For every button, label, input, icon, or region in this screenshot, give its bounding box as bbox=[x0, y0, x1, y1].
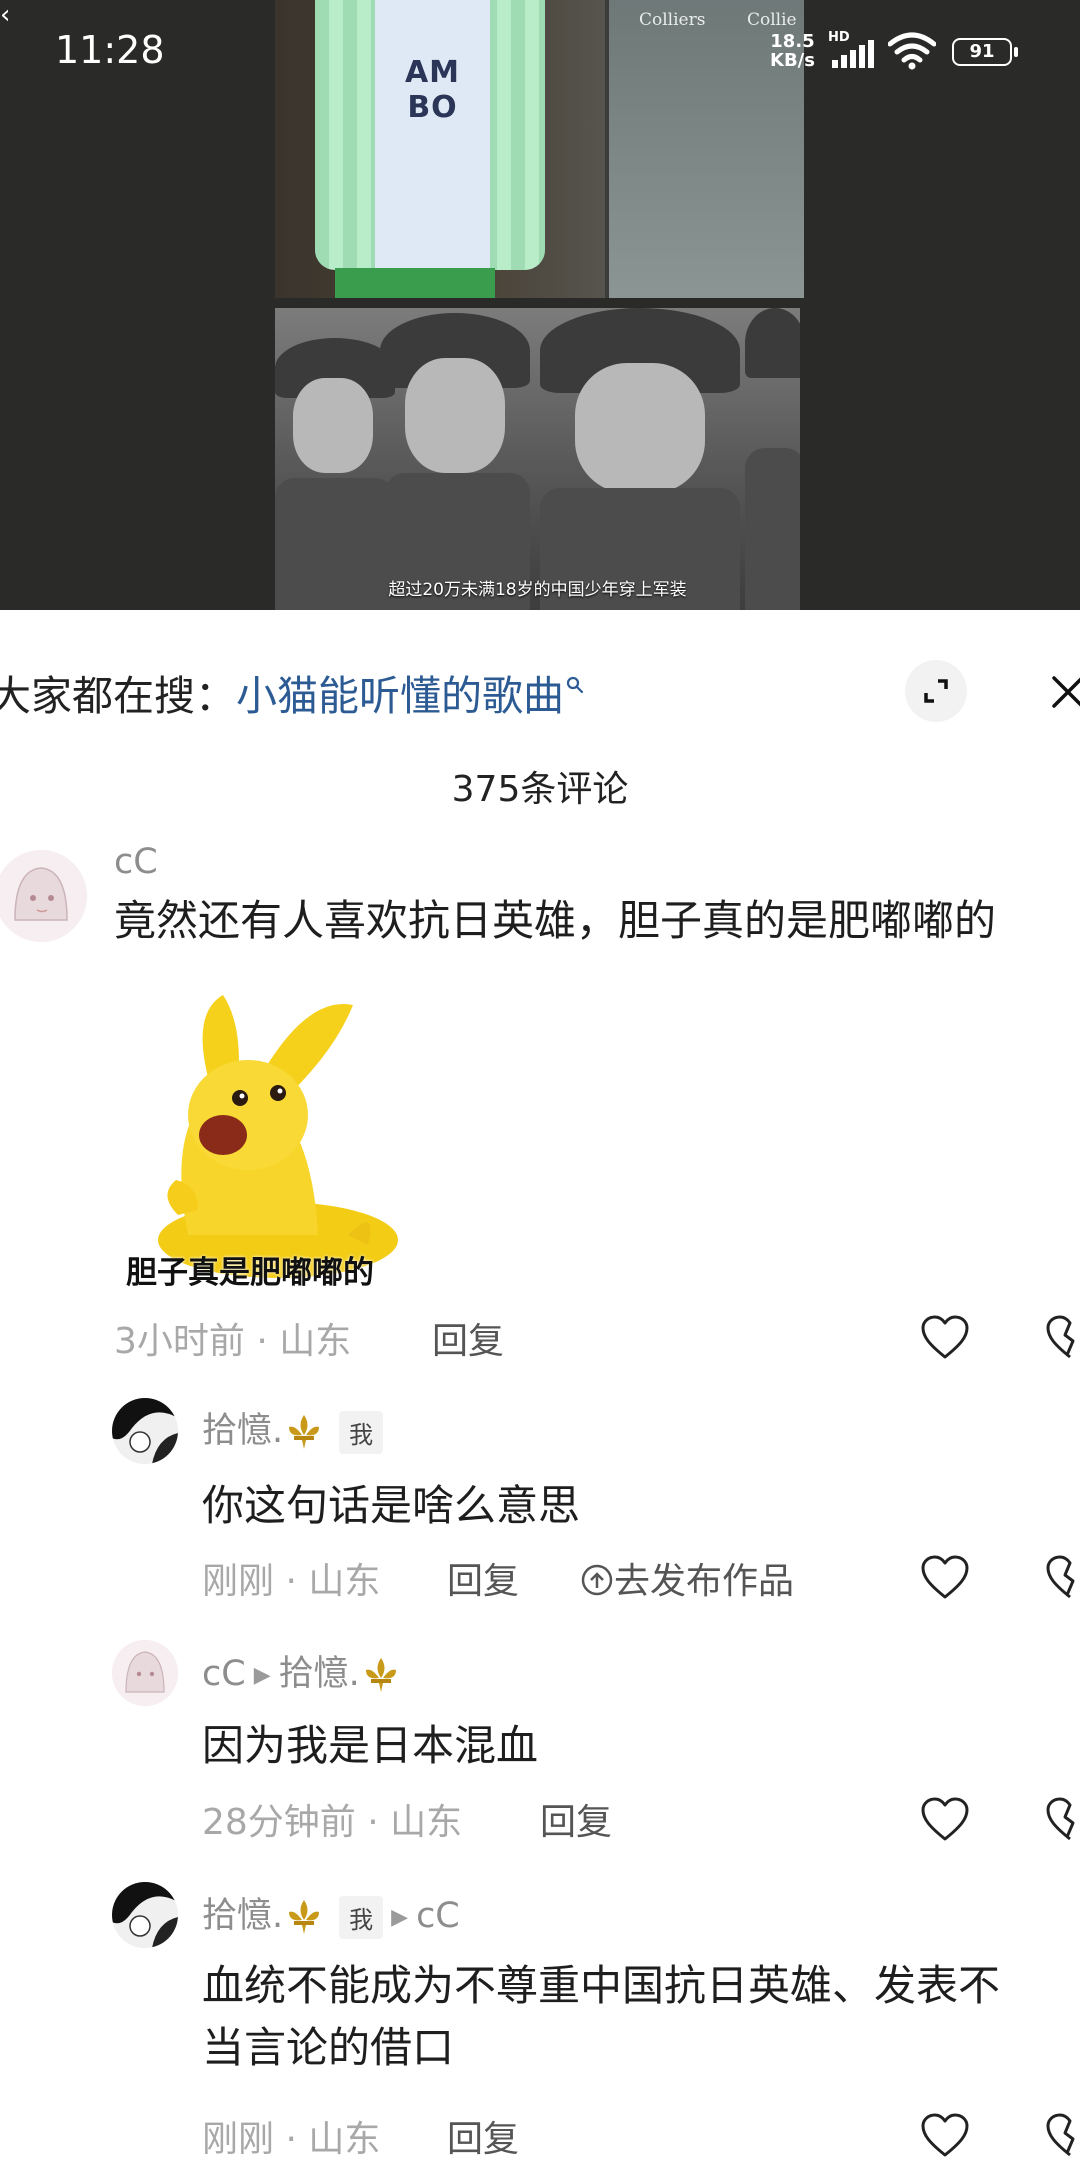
broken-heart-icon[interactable] bbox=[1045, 1555, 1080, 1601]
avatar[interactable] bbox=[112, 1882, 178, 1948]
reply-button[interactable]: 回复 bbox=[447, 2110, 519, 2162]
avatar[interactable] bbox=[112, 1398, 178, 1464]
publish-work-label: 去发布作品 bbox=[614, 1561, 795, 1602]
heart-outline-icon[interactable] bbox=[920, 1555, 970, 1601]
comment-meta: 3小时前 · 山东 bbox=[114, 1321, 352, 1362]
search-suggestion[interactable]: 大家都在搜：小猫能听懂的歌曲 bbox=[0, 662, 584, 722]
wifi-icon bbox=[888, 32, 936, 70]
network-speed-value: 18.5 bbox=[770, 31, 815, 52]
reply-to-username[interactable]: 拾憶. bbox=[279, 1654, 360, 1694]
video-caption: 超过20万未满18岁的中国少年穿上军装 bbox=[388, 580, 687, 600]
monochrome-avatar-icon bbox=[112, 1882, 178, 1948]
expand-button[interactable] bbox=[905, 660, 967, 722]
reply-button[interactable]: 回复 bbox=[447, 1552, 519, 1604]
publish-work-button[interactable]: 去发布作品 bbox=[580, 1552, 794, 1604]
soldier-figure bbox=[275, 308, 395, 610]
fleur-de-lis-icon bbox=[365, 1658, 396, 1692]
broken-heart-icon[interactable] bbox=[1045, 1315, 1080, 1361]
reply-meta: 28分钟前 · 山东 bbox=[202, 1802, 463, 1843]
reply-arrow-icon: ▶ bbox=[391, 1904, 409, 1930]
reply-text: 因为我是日本混血 bbox=[202, 1721, 539, 1770]
sticker-caption: 胆子真是肥嘟嘟的 bbox=[126, 1255, 374, 1291]
soldier-figure bbox=[540, 308, 740, 610]
reply-username-row: 拾憶. 我 ▶ cC bbox=[202, 1887, 460, 1939]
comment-count: 375条评论 bbox=[451, 769, 629, 810]
reply-to-username[interactable]: cC bbox=[416, 1896, 460, 1936]
avatar[interactable] bbox=[0, 850, 87, 942]
status-bar: ‹ 11:28 18.5 KB/s HD 91 bbox=[0, 0, 1080, 100]
reply-username[interactable]: 拾憶. bbox=[202, 1411, 283, 1451]
heart-outline-icon[interactable] bbox=[920, 1797, 970, 1843]
reply-username-row: cC ▶ 拾憶. bbox=[202, 1645, 402, 1696]
comment-text: 竟然还有人喜欢抗日英雄，胆子真的是肥嘟嘟的 bbox=[114, 896, 997, 945]
upload-circle-icon bbox=[581, 1564, 613, 1596]
video-player[interactable]: AM BO Colliers Collie 超过20万未满18岁的中国少年穿上军… bbox=[0, 0, 1080, 610]
reply-meta: 刚刚 · 山东 bbox=[202, 1561, 381, 1602]
network-speed-unit: KB/s bbox=[770, 50, 815, 71]
monochrome-avatar-icon bbox=[112, 1398, 178, 1464]
reply-button[interactable]: 回复 bbox=[432, 1312, 504, 1364]
fleur-de-lis-icon bbox=[289, 1900, 320, 1934]
reply-button[interactable]: 回复 bbox=[540, 1793, 612, 1845]
comment-sticker-image[interactable]: 胆子真是肥嘟嘟的 bbox=[118, 985, 428, 1297]
soldier-figure bbox=[745, 308, 800, 610]
reply-username-row: 拾憶. 我 bbox=[202, 1402, 384, 1454]
avatar[interactable] bbox=[112, 1640, 178, 1706]
signal-icon bbox=[832, 40, 874, 68]
anime-girl-avatar-icon bbox=[112, 1640, 178, 1706]
close-icon[interactable] bbox=[1038, 662, 1080, 722]
reply-username[interactable]: 拾憶. bbox=[202, 1896, 283, 1936]
network-speed: 18.5 KB/s bbox=[770, 32, 815, 70]
reply-arrow-icon: ▶ bbox=[253, 1662, 271, 1688]
battery-icon: 91 bbox=[952, 38, 1018, 66]
search-icon[interactable] bbox=[566, 676, 584, 694]
status-time: 11:28 bbox=[55, 28, 165, 72]
comment-username[interactable]: cC bbox=[114, 842, 158, 882]
search-suggestion-keyword[interactable]: 小猫能听懂的歌曲 bbox=[236, 672, 564, 720]
heart-outline-icon[interactable] bbox=[920, 1315, 970, 1361]
search-suggestion-prefix: 大家都在搜： bbox=[0, 672, 236, 720]
reply-meta: 刚刚 · 山东 bbox=[202, 2119, 381, 2160]
reply-text: 你这句话是啥么意思 bbox=[202, 1481, 581, 1530]
comment-panel: 大家都在搜：小猫能听懂的歌曲 375条评论 cC 竟然还有人喜欢抗日英雄，胆子真… bbox=[0, 610, 1080, 2160]
green-pants bbox=[335, 268, 495, 298]
reply-text-line: 当言论的借口 bbox=[202, 2023, 455, 2072]
expand-icon bbox=[924, 679, 948, 703]
author-badge: 我 bbox=[339, 1410, 384, 1454]
back-caret-icon[interactable]: ‹ bbox=[0, 0, 10, 30]
soldier-figure bbox=[380, 308, 530, 610]
fleur-de-lis-icon bbox=[289, 1415, 320, 1449]
reply-username[interactable]: cC bbox=[202, 1654, 246, 1694]
broken-heart-icon[interactable] bbox=[1045, 2113, 1080, 2159]
author-badge: 我 bbox=[339, 1895, 384, 1939]
heart-outline-icon[interactable] bbox=[920, 2113, 970, 2159]
video-frame-bottom: 超过20万未满18岁的中国少年穿上军装 bbox=[275, 308, 800, 610]
broken-heart-icon[interactable] bbox=[1045, 1797, 1080, 1843]
anime-girl-avatar-icon bbox=[0, 850, 87, 942]
reply-text-line: 血统不能成为不尊重中国抗日英雄、发表不 bbox=[202, 1961, 1001, 2010]
